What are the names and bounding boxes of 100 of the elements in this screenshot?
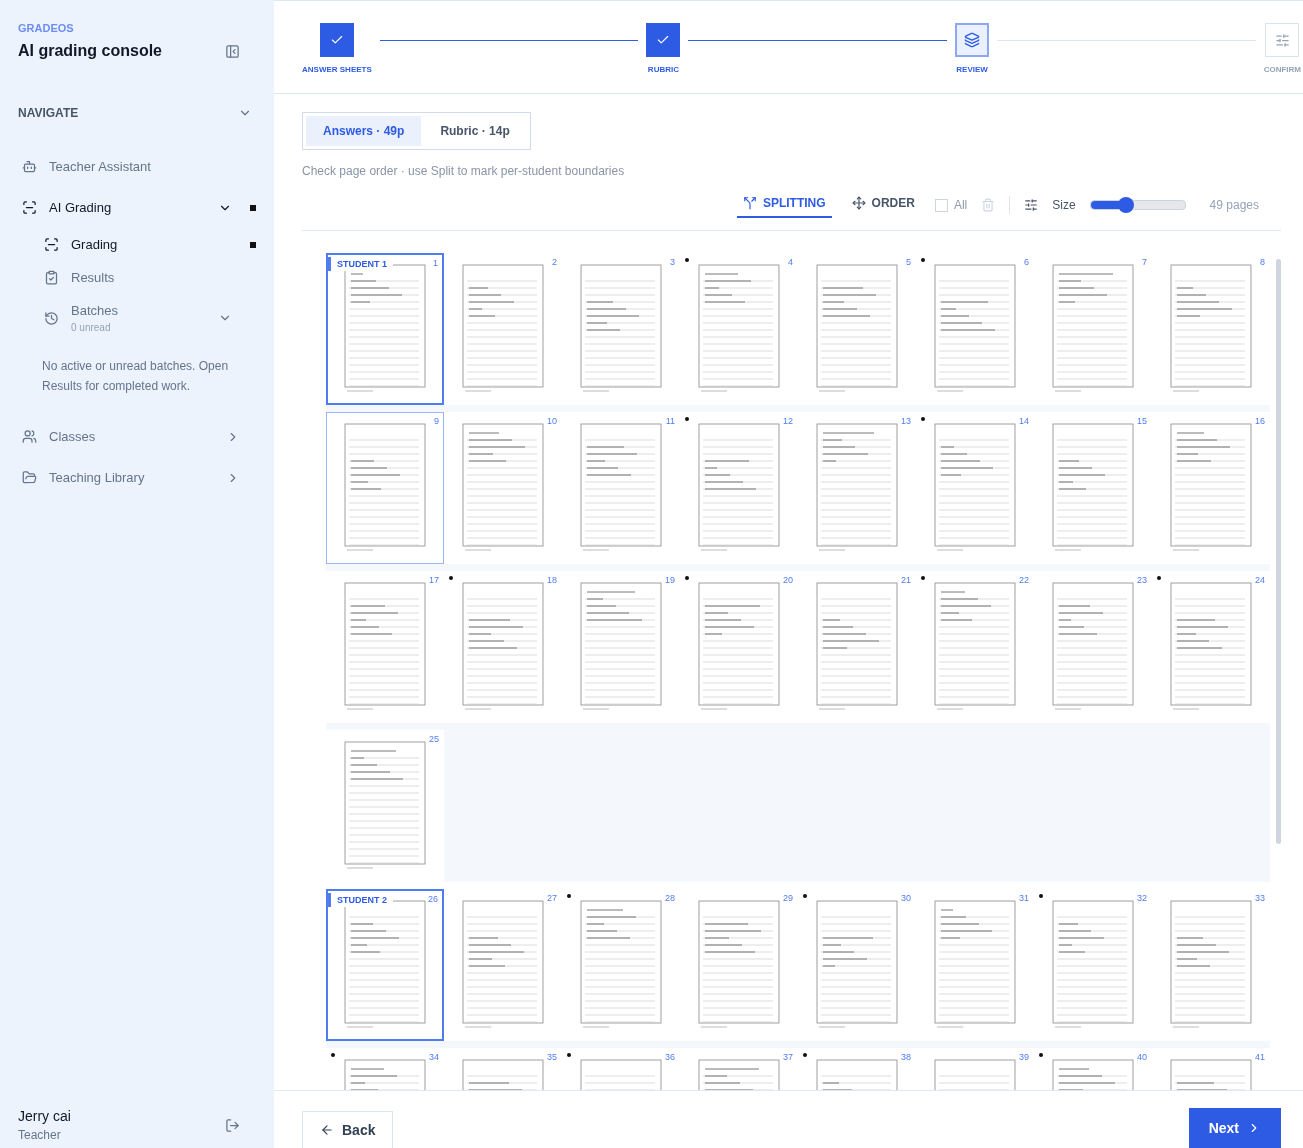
page-thumbnail[interactable]: 22 (916, 571, 1034, 723)
page-thumbnail[interactable]: 9 (326, 412, 444, 564)
page-number: 14 (1019, 416, 1029, 426)
page-number: 39 (1019, 1052, 1029, 1062)
page-thumbnail[interactable]: 14 (916, 412, 1034, 564)
size-slider[interactable] (1089, 200, 1186, 210)
scan-icon (22, 200, 37, 215)
page-thumbnail[interactable]: 13 (798, 412, 916, 564)
tab[interactable]: Rubric · 14p (423, 116, 527, 146)
page-thumbnail[interactable]: 17 (326, 571, 444, 723)
folder-icon (22, 470, 37, 485)
page-thumbnail[interactable]: 31 (916, 889, 1034, 1041)
step-label: ANSWER SHEETS (302, 65, 372, 74)
page-number: 3 (670, 257, 675, 267)
brand-label: GRADEOS (18, 22, 75, 34)
page-thumbnail[interactable]: 15 (1034, 412, 1152, 564)
page-number: 5 (906, 257, 911, 267)
page-thumbnail[interactable]: 38 (798, 1048, 916, 1090)
page-number: 41 (1255, 1052, 1265, 1062)
tab[interactable]: Answers · 49p (306, 116, 422, 146)
hint-text: Check page order · use Split to mark per-student boundaries (302, 164, 626, 178)
page-thumbnail[interactable]: STUDENT 2 26 (326, 889, 444, 1041)
page-thumbnail[interactable]: 5 (798, 253, 916, 405)
nav-item[interactable]: Teaching Library (18, 457, 256, 498)
check-icon (656, 33, 671, 47)
page-thumbnail[interactable]: 18 (444, 571, 562, 723)
layers-icon (964, 32, 981, 48)
page-thumbnail[interactable]: 11 (562, 412, 680, 564)
page-thumbnail[interactable]: 40 (1034, 1048, 1152, 1090)
logout-button[interactable] (225, 1117, 240, 1133)
page-number: 30 (901, 893, 911, 903)
page-count: 49 pages (1209, 198, 1259, 212)
page-thumbnail[interactable]: 20 (680, 571, 798, 723)
page-number: 16 (1255, 416, 1265, 426)
nav-item[interactable]: Grading (18, 228, 256, 261)
page-thumbnail[interactable]: 10 (444, 412, 562, 564)
mode-tab[interactable]: ORDER (845, 192, 921, 218)
page-number: 23 (1137, 575, 1147, 585)
nav-item[interactable]: Classes (18, 416, 256, 457)
page-thumbnail[interactable]: 30 (798, 889, 916, 1041)
unread-count: 0 unread (71, 322, 112, 333)
page-thumbnail[interactable]: 39 (916, 1048, 1034, 1090)
page-thumbnail[interactable]: 6 (916, 253, 1034, 405)
robot-icon (22, 159, 37, 174)
page-thumbnail[interactable]: 4 (680, 253, 798, 405)
active-indicator (250, 204, 256, 211)
page-thumbnail[interactable]: 23 (1034, 571, 1152, 723)
mode-tab[interactable]: SPLITTING (736, 192, 832, 218)
back-button[interactable]: Back (302, 1111, 394, 1148)
page-thumbnail[interactable]: 19 (562, 571, 680, 723)
nav-item[interactable]: AI Grading (18, 187, 256, 228)
clipboard-check-icon (44, 270, 59, 285)
page-thumbnail[interactable]: 27 (444, 889, 562, 1041)
page-thumbnail[interactable]: STUDENT 1 1 (326, 253, 444, 405)
page-thumbnail[interactable]: 32 (1034, 889, 1152, 1041)
next-button[interactable]: Next (1188, 1108, 1281, 1148)
page-number: 17 (429, 575, 439, 585)
page-number: 9 (434, 416, 439, 426)
page-number: 13 (901, 416, 911, 426)
page-thumbnail[interactable]: 7 (1034, 253, 1152, 405)
active-indicator (250, 241, 256, 248)
page-number: 8 (1260, 257, 1265, 267)
page-thumbnail[interactable]: 24 (1152, 571, 1270, 723)
collapse-sidebar-button[interactable] (225, 43, 240, 59)
arrow-left-icon (320, 1123, 334, 1137)
scrollbar[interactable] (1276, 259, 1281, 844)
page-number: 29 (783, 893, 793, 903)
slider-thumb[interactable] (1118, 197, 1135, 213)
page-number: 31 (1019, 893, 1029, 903)
page-thumbnail[interactable]: 2 (444, 253, 562, 405)
page-thumbnail[interactable]: 21 (798, 571, 916, 723)
user-role: Teacher (18, 1128, 62, 1142)
page-thumbnail[interactable]: 8 (1152, 253, 1270, 405)
nav-item[interactable]: Results (18, 261, 256, 294)
page-number: 40 (1137, 1052, 1147, 1062)
page-thumbnail[interactable]: 37 (680, 1048, 798, 1090)
page-number: 11 (665, 416, 675, 426)
page-number: 38 (901, 1052, 911, 1062)
page-thumbnail[interactable]: 12 (680, 412, 798, 564)
page-thumbnail[interactable]: 36 (562, 1048, 680, 1090)
page-thumbnail[interactable]: 34 (326, 1048, 444, 1090)
page-thumbnail[interactable]: 25 (326, 730, 444, 882)
nav-item[interactable]: Teacher Assistant (18, 146, 256, 187)
page-number: 36 (665, 1052, 675, 1062)
student-label: STUDENT 1 (328, 257, 393, 271)
page-thumbnail[interactable]: 29 (680, 889, 798, 1041)
page-thumbnail[interactable]: 33 (1152, 889, 1270, 1041)
sliders-icon (1274, 32, 1290, 48)
nav-item[interactable]: Batches 0 unread (18, 294, 256, 342)
step-label: CONFIRM (1263, 65, 1301, 74)
page-thumbnail[interactable]: 16 (1152, 412, 1270, 564)
page-thumbnail[interactable]: 3 (562, 253, 680, 405)
page-number: 28 (665, 893, 675, 903)
page-thumbnail[interactable]: 41 (1152, 1048, 1270, 1090)
page-number: 19 (665, 575, 675, 585)
page-number: 12 (783, 416, 793, 426)
page-number: 34 (429, 1052, 439, 1062)
page-thumbnail[interactable]: 35 (444, 1048, 562, 1090)
page-thumbnail[interactable]: 28 (562, 889, 680, 1041)
page-number: 7 (1142, 257, 1147, 267)
